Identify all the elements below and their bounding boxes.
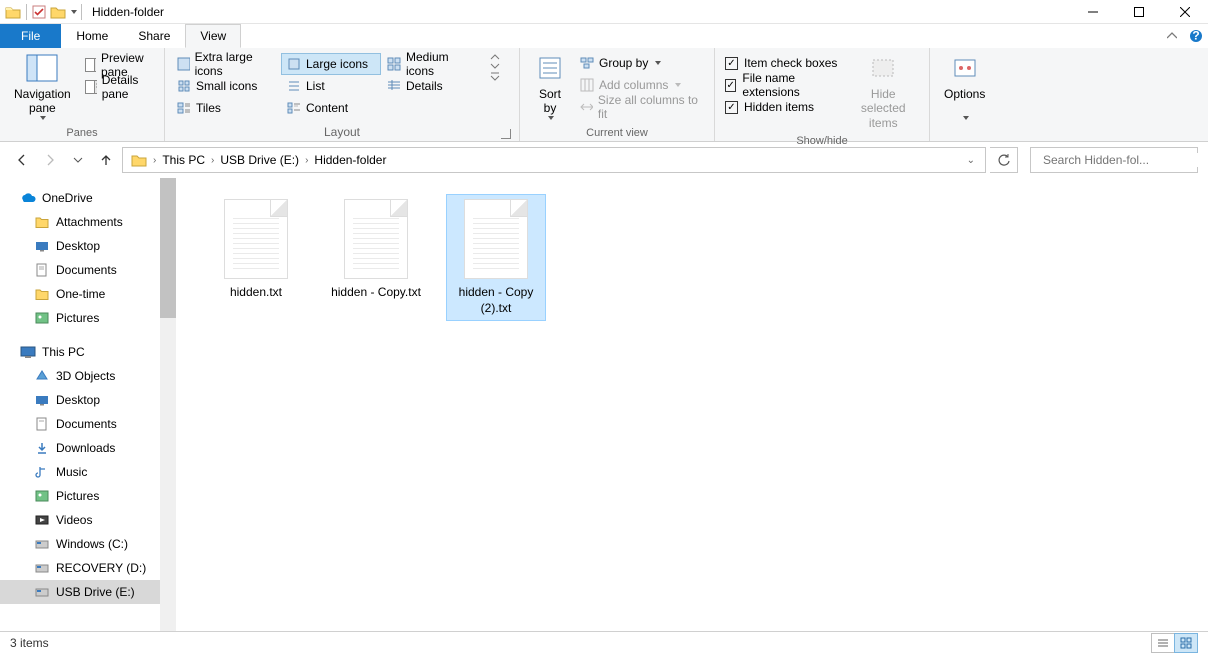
medium-icons-button[interactable]: Medium icons: [381, 53, 486, 75]
tree-onedrive[interactable]: OneDrive: [0, 186, 176, 210]
chevron-right-icon[interactable]: ›: [305, 155, 308, 166]
window-title: Hidden-folder: [92, 5, 164, 19]
tree-item[interactable]: Documents: [0, 258, 176, 282]
folder-icon: [4, 3, 22, 21]
file-item[interactable]: hidden.txt: [206, 194, 306, 321]
group-label-layout: Layout: [171, 122, 513, 141]
breadcrumb-segment[interactable]: This PC: [158, 148, 209, 172]
ribbon-tabs: File Home Share View ?: [0, 24, 1208, 48]
search-input[interactable]: [1043, 153, 1198, 167]
folder-icon: [49, 3, 67, 21]
qat-properties-icon[interactable]: [31, 4, 47, 20]
extra-large-icons-button[interactable]: Extra large icons: [171, 53, 281, 75]
large-icons-view-toggle[interactable]: [1174, 633, 1198, 653]
tree-item[interactable]: Desktop: [0, 234, 176, 258]
details-view-toggle[interactable]: [1151, 633, 1175, 653]
details-pane-label: Details pane: [102, 73, 152, 101]
tree-item[interactable]: Documents: [0, 412, 176, 436]
group-label-options: [936, 124, 992, 141]
file-name: hidden.txt: [230, 285, 282, 301]
text-file-icon: [224, 199, 288, 279]
address-bar[interactable]: › This PC › USB Drive (E:) › Hidden-fold…: [122, 147, 986, 173]
tree-item[interactable]: Downloads: [0, 436, 176, 460]
tab-view[interactable]: View: [185, 24, 241, 48]
options-button[interactable]: Options: [936, 50, 993, 122]
folder-icon: [127, 148, 151, 172]
group-label-currentview: Current view: [526, 124, 708, 141]
close-button[interactable]: [1162, 0, 1208, 24]
tree-item[interactable]: Windows (C:): [0, 532, 176, 556]
small-icons-button[interactable]: Small icons: [171, 75, 281, 97]
status-text: 3 items: [10, 636, 49, 650]
navigation-pane-button[interactable]: Navigation pane: [6, 50, 79, 122]
group-label-showhide: Show/hide: [721, 132, 923, 149]
breadcrumb-segment[interactable]: USB Drive (E:): [216, 148, 303, 172]
nav-bar: › This PC › USB Drive (E:) › Hidden-fold…: [0, 142, 1208, 178]
tree-item[interactable]: Pictures: [0, 306, 176, 330]
tree-item[interactable]: Pictures: [0, 484, 176, 508]
tree-item[interactable]: 3D Objects: [0, 364, 176, 388]
list-button[interactable]: List: [281, 75, 381, 97]
minimize-button[interactable]: [1070, 0, 1116, 24]
tree-item[interactable]: Attachments: [0, 210, 176, 234]
details-pane-button[interactable]: Details pane: [79, 76, 158, 98]
ribbon-collapse-icon[interactable]: [1160, 24, 1184, 48]
tab-file[interactable]: File: [0, 24, 61, 48]
refresh-button[interactable]: [990, 147, 1018, 173]
file-list[interactable]: hidden.txt hidden - Copy.txt hidden - Co…: [176, 178, 1208, 631]
tab-share[interactable]: Share: [123, 24, 185, 48]
tree-item[interactable]: Music: [0, 460, 176, 484]
back-button[interactable]: [10, 148, 34, 172]
breadcrumb-segment[interactable]: Hidden-folder: [310, 148, 390, 172]
forward-button[interactable]: [38, 148, 62, 172]
file-item[interactable]: hidden - Copy.txt: [326, 194, 426, 321]
group-label-panes: Panes: [6, 124, 158, 141]
hidden-items-toggle[interactable]: ✓Hidden items: [721, 96, 844, 118]
svg-text:?: ?: [1192, 29, 1199, 43]
size-columns-button[interactable]: Size all columns to fit: [574, 96, 708, 118]
search-box[interactable]: [1030, 147, 1198, 173]
text-file-icon: [344, 199, 408, 279]
scrollbar-thumb[interactable]: [160, 178, 176, 318]
tree-thispc[interactable]: This PC: [0, 340, 176, 364]
navigation-pane-label: Navigation pane: [14, 87, 71, 116]
file-name: hidden - Copy.txt: [331, 285, 421, 301]
navigation-tree[interactable]: OneDrive Attachments Desktop Documents O…: [0, 178, 176, 631]
title-bar: Hidden-folder: [0, 0, 1208, 24]
file-name-extensions-toggle[interactable]: ✓File name extensions: [721, 74, 844, 96]
sort-by-button[interactable]: Sort by: [526, 50, 574, 122]
maximize-button[interactable]: [1116, 0, 1162, 24]
content-button[interactable]: Content: [281, 97, 381, 119]
tree-item[interactable]: Desktop: [0, 388, 176, 412]
tree-item[interactable]: RECOVERY (D:): [0, 556, 176, 580]
group-by-button[interactable]: Group by: [574, 52, 708, 74]
chevron-right-icon[interactable]: ›: [211, 155, 214, 166]
scroll-down-icon[interactable]: [490, 62, 500, 70]
details-view-button[interactable]: Details: [381, 75, 486, 97]
file-item[interactable]: hidden - Copy (2).txt: [446, 194, 546, 321]
ribbon: Navigation pane Preview pane Details pan…: [0, 48, 1208, 142]
help-icon[interactable]: ?: [1184, 24, 1208, 48]
tiles-button[interactable]: Tiles: [171, 97, 281, 119]
up-button[interactable]: [94, 148, 118, 172]
file-name: hidden - Copy (2).txt: [451, 285, 541, 316]
chevron-right-icon[interactable]: ›: [153, 155, 156, 166]
gallery-expand-icon[interactable]: [490, 71, 500, 81]
status-bar: 3 items: [0, 631, 1208, 654]
tab-home[interactable]: Home: [61, 24, 123, 48]
chevron-down-icon[interactable]: ⌄: [961, 155, 981, 166]
qat-dropdown-icon[interactable]: [69, 5, 77, 19]
recent-locations-button[interactable]: [66, 148, 90, 172]
tree-item[interactable]: USB Drive (E:): [0, 580, 176, 604]
tree-item[interactable]: Videos: [0, 508, 176, 532]
hide-selected-items-button[interactable]: Hide selected items: [844, 50, 923, 132]
scroll-up-icon[interactable]: [490, 53, 500, 61]
large-icons-button[interactable]: Large icons: [281, 53, 381, 75]
tree-item[interactable]: One-time: [0, 282, 176, 306]
text-file-icon: [464, 199, 528, 279]
